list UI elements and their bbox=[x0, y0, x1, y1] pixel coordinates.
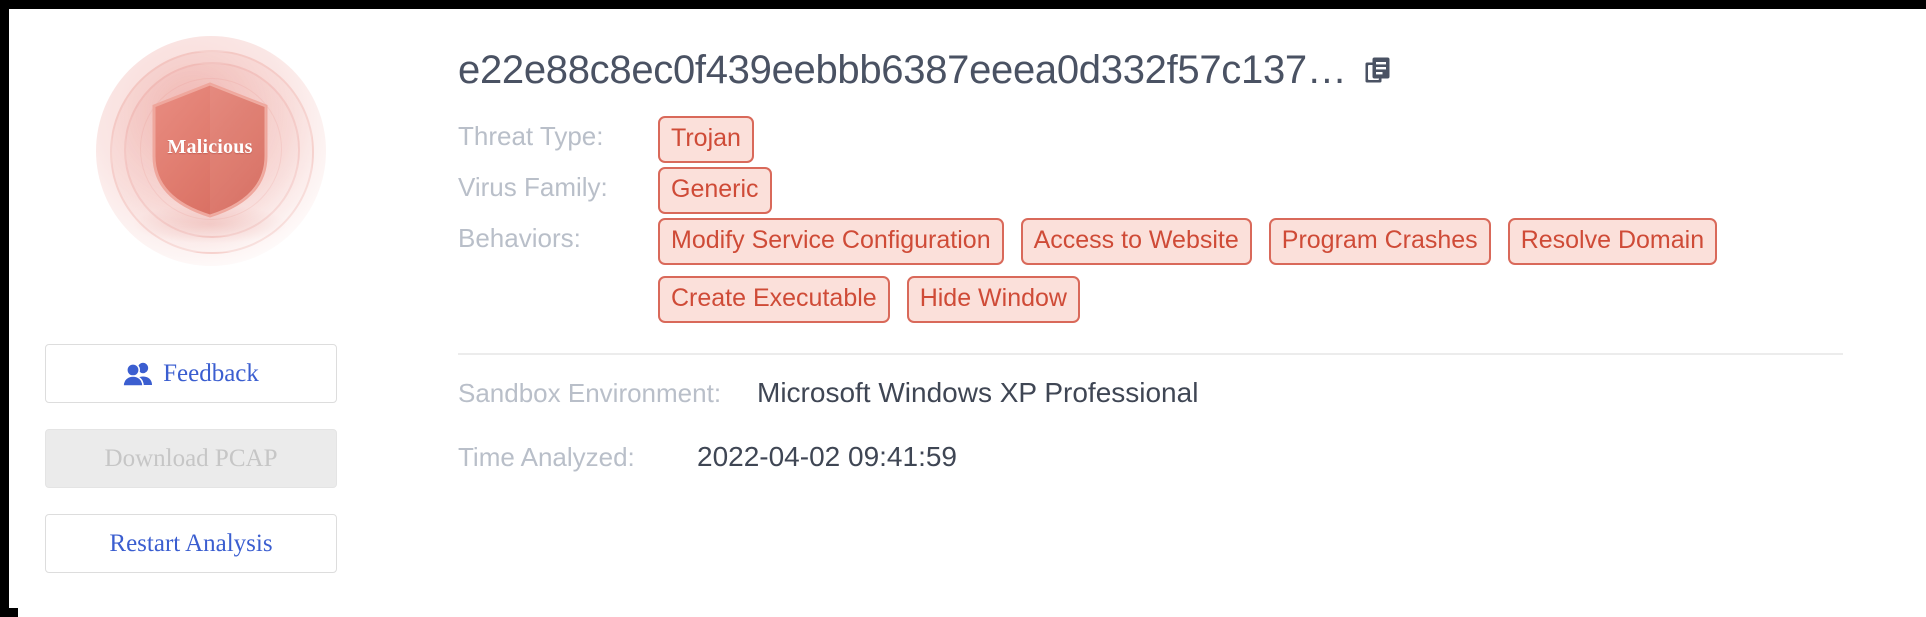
download-pcap-button-label: Download PCAP bbox=[104, 444, 278, 472]
analysis-details-panel: e22e88c8ec0f439eebbb6387eeea0d332f57c137… bbox=[363, 18, 1926, 617]
tag[interactable]: Modify Service Configuration bbox=[658, 218, 1004, 265]
behaviors-row: Behaviors: Modify Service Configuration … bbox=[458, 214, 1926, 323]
feedback-button[interactable]: Feedback bbox=[45, 344, 337, 403]
shield-icon: Malicious bbox=[146, 80, 274, 220]
sandbox-environment-value: Microsoft Windows XP Professional bbox=[757, 377, 1199, 408]
feedback-button-label: Feedback bbox=[163, 359, 259, 387]
verdict-sidebar: Malicious Feedback Download PCAP Restart… bbox=[18, 18, 363, 617]
verdict-logo: Malicious bbox=[58, 28, 326, 283]
virus-family-label: Virus Family: bbox=[458, 172, 608, 202]
download-pcap-button[interactable]: Download PCAP bbox=[45, 429, 337, 488]
virus-family-row: Virus Family: Generic bbox=[458, 163, 1926, 214]
sandbox-environment-row: Sandbox Environment: Microsoft Windows X… bbox=[458, 377, 1926, 441]
threat-type-row: Threat Type: Trojan bbox=[458, 112, 1926, 163]
classification-rows: Threat Type: Trojan Virus Family: Generi… bbox=[458, 112, 1926, 323]
copy-icon[interactable] bbox=[1365, 56, 1391, 84]
environment-rows: Sandbox Environment: Microsoft Windows X… bbox=[458, 377, 1926, 505]
tag[interactable]: Trojan bbox=[658, 116, 754, 163]
people-icon bbox=[123, 361, 153, 387]
tag[interactable]: Resolve Domain bbox=[1507, 218, 1718, 265]
sandbox-environment-label: Sandbox Environment: bbox=[458, 378, 722, 408]
threat-type-label: Threat Type: bbox=[458, 121, 604, 151]
sidebar-action-buttons: Feedback Download PCAP Restart Analysis bbox=[45, 344, 337, 573]
tag[interactable]: Create Executable bbox=[658, 276, 890, 323]
threat-type-tags: Trojan bbox=[658, 112, 754, 163]
restart-analysis-button-label: Restart Analysis bbox=[109, 529, 273, 557]
tag[interactable]: Access to Website bbox=[1020, 218, 1252, 265]
tag[interactable]: Program Crashes bbox=[1268, 218, 1491, 265]
tag[interactable]: Generic bbox=[658, 167, 772, 214]
screenshot-frame: Malicious Feedback Download PCAP Restart… bbox=[0, 0, 1926, 617]
sample-header: e22e88c8ec0f439eebbb6387eeea0d332f57c137… bbox=[458, 42, 1926, 98]
time-analyzed-row: Time Analyzed: 2022-04-02 09:41:59 bbox=[458, 441, 1926, 505]
behaviors-tags: Modify Service Configuration Access to W… bbox=[658, 214, 1908, 323]
sample-hash: e22e88c8ec0f439eebbb6387eeea0d332f57c137… bbox=[458, 47, 1347, 92]
time-analyzed-value: 2022-04-02 09:41:59 bbox=[697, 441, 957, 472]
time-analyzed-label: Time Analyzed: bbox=[458, 442, 635, 472]
analysis-summary-card: Malicious Feedback Download PCAP Restart… bbox=[18, 18, 1926, 617]
verdict-label: Malicious bbox=[167, 136, 253, 158]
behaviors-label: Behaviors: bbox=[458, 223, 581, 253]
virus-family-tags: Generic bbox=[658, 163, 772, 214]
restart-analysis-button[interactable]: Restart Analysis bbox=[45, 514, 337, 573]
section-divider bbox=[458, 353, 1843, 355]
tag[interactable]: Hide Window bbox=[906, 276, 1080, 323]
